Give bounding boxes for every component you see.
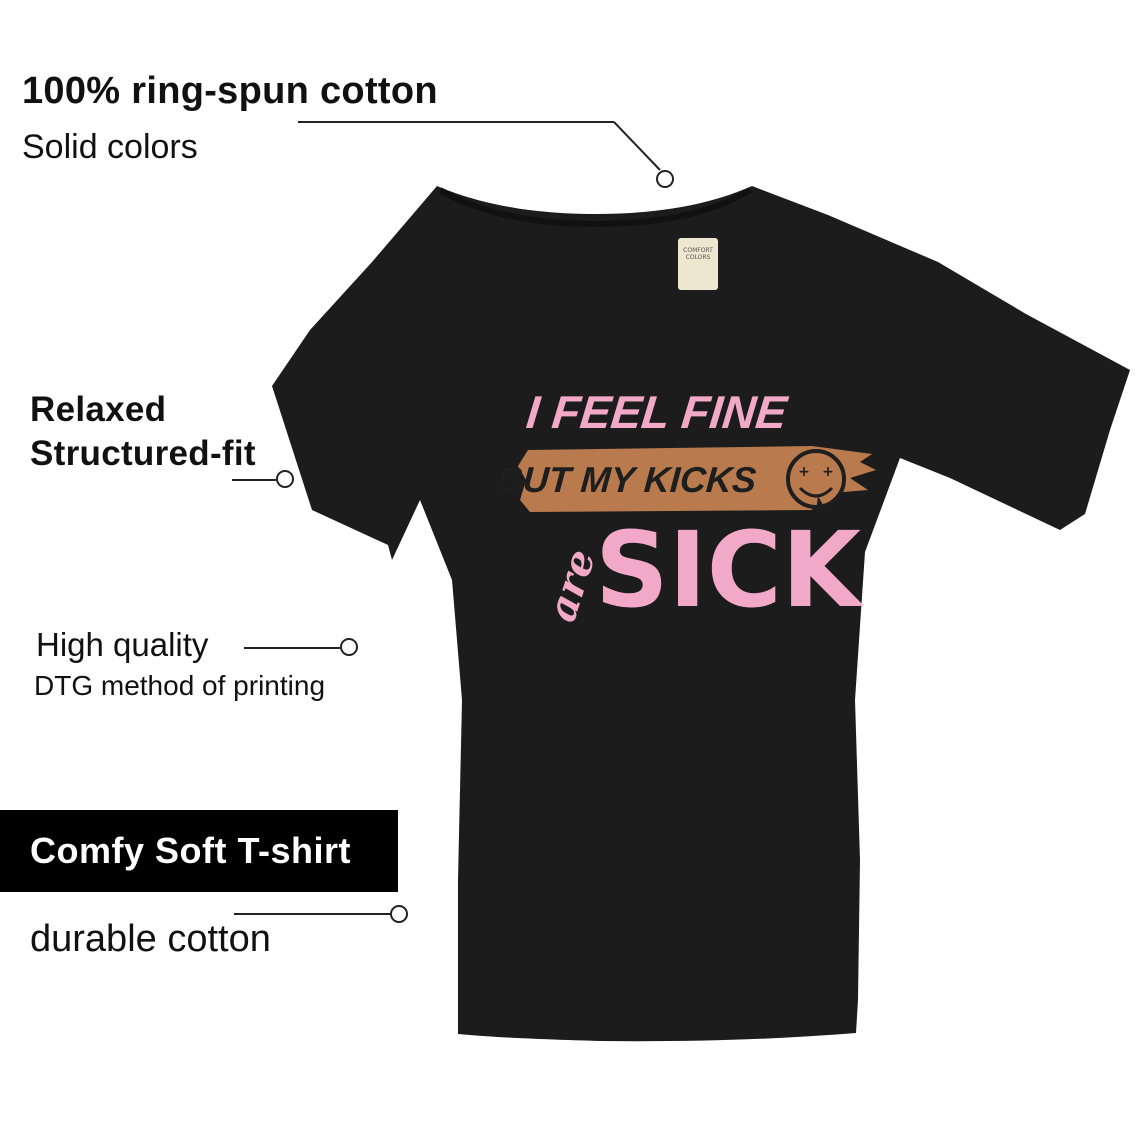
connector-line-durable xyxy=(234,913,390,915)
banner-label: Comfy Soft T-shirt xyxy=(30,830,351,871)
connector-line-fit xyxy=(232,479,276,481)
connector-dot-durable xyxy=(390,905,408,923)
product-type-banner: Comfy Soft T-shirt xyxy=(0,810,398,892)
feature-cotton-sub: Solid colors xyxy=(22,128,198,166)
feature-cotton-title: 100% ring-spun cotton xyxy=(22,70,438,112)
feature-durable-text: durable cotton xyxy=(30,918,271,960)
tag-text-line2: COLORS xyxy=(686,254,711,261)
svg-text:+: + xyxy=(822,464,834,480)
connector-line-quality xyxy=(244,647,340,649)
feature-quality-line1: High quality xyxy=(36,626,209,663)
print-line-1: I FEEL FINE xyxy=(524,386,790,438)
connector-dot-quality xyxy=(340,638,358,656)
print-line-2: BUT MY KICKS xyxy=(495,459,757,500)
tag-text-line1: COMFORT xyxy=(683,247,713,254)
connector-dot-fit xyxy=(276,470,294,488)
print-big-word: SICK xyxy=(595,509,864,631)
connector-line-cotton xyxy=(298,121,614,123)
feature-fit-title-line1: Relaxed xyxy=(30,390,167,429)
connector-dot-cotton xyxy=(656,170,674,188)
neck-label-tag: COMFORT COLORS xyxy=(678,238,718,290)
feature-quality-line2: DTG method of printing xyxy=(34,670,326,701)
feature-fit-title-line2: Structured-fit xyxy=(30,434,256,473)
svg-text:+: + xyxy=(798,464,810,480)
tshirt-graphic: COMFORT COLORS I FEEL FINE BUT MY KICKS … xyxy=(272,186,1130,1042)
